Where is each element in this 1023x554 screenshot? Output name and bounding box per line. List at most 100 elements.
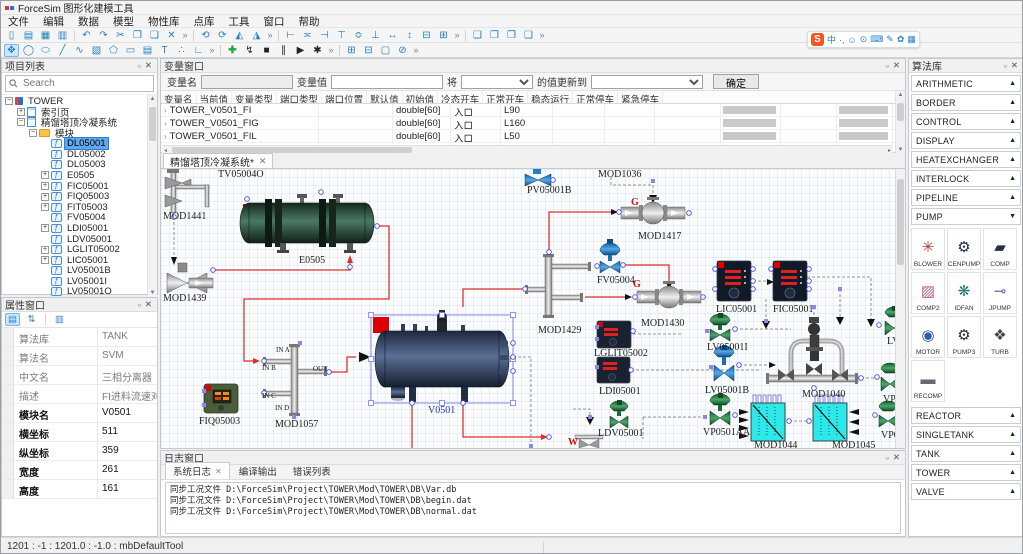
toolbar-distribute-v[interactable]: ↕ (402, 29, 417, 42)
tree-expander-icon[interactable] (41, 171, 49, 179)
ime-handwriting[interactable]: ✎ (886, 34, 894, 45)
toolbar-align-center[interactable]: ≍ (300, 29, 315, 42)
property-row[interactable]: 宽度 261 (2, 461, 157, 480)
algorithm-category[interactable]: TANK ▲ (911, 445, 1021, 462)
toolbar-add-run[interactable]: ✚ (225, 44, 240, 57)
algo-item-blower[interactable]: ✳ BLOWER (911, 228, 945, 270)
log-tab[interactable]: 编译输出 (232, 463, 284, 479)
tree-expander-icon[interactable] (41, 224, 49, 232)
close-icon[interactable]: ✕ (143, 60, 154, 71)
condition-select[interactable] (461, 75, 533, 89)
equipment-fv05004[interactable] (600, 239, 620, 273)
toolbar-angle-tool[interactable]: ∟ (191, 44, 206, 57)
target-select[interactable] (591, 75, 703, 89)
tree-item[interactable]: TOWER (2, 96, 157, 107)
toolbar-more-edit[interactable]: » (181, 29, 189, 42)
algo-item-turb[interactable]: ❖ TURB (983, 316, 1017, 358)
menu-item[interactable]: 帮助 (292, 14, 327, 29)
equipment-valve-w[interactable] (575, 435, 603, 448)
property-row[interactable]: 纵坐标 359 (2, 442, 157, 461)
float-icon[interactable]: ▫ (884, 61, 891, 71)
confirm-button[interactable]: 确定 (713, 74, 759, 89)
toolbar-run[interactable]: ▶ (293, 44, 308, 57)
close-icon[interactable]: ✕ (891, 452, 902, 463)
column-header[interactable]: 端口位置 (322, 91, 367, 103)
equipment-fiq05003[interactable] (204, 384, 238, 413)
toolbar-polygon-tool[interactable]: ⬠ (106, 44, 121, 57)
toolbar-rotate-right[interactable]: ⟳ (215, 29, 230, 42)
equipment-mod1429[interactable] (525, 254, 591, 318)
log-tab[interactable]: 错误列表 (286, 463, 338, 479)
toolbar-align-right[interactable]: ⊣ (317, 29, 332, 42)
toolbar-flip-horizontal[interactable]: ◭ (232, 29, 247, 42)
toolbar-align-top[interactable]: ⊤ (334, 29, 349, 42)
ime-toolbox[interactable]: ▦ (907, 34, 916, 45)
tree-expander-icon[interactable] (17, 118, 25, 126)
float-icon[interactable]: ▫ (1002, 61, 1009, 71)
toolbar-image-tool[interactable]: ▧ (89, 44, 104, 57)
table-vscrollbar[interactable]: ▲▼ (895, 91, 905, 154)
toolbar-more-align[interactable]: » (453, 29, 461, 42)
toolbar-undo[interactable]: ↶ (79, 29, 94, 42)
toolbar-new-file[interactable]: ▯ (4, 29, 19, 42)
toolbar-more-order[interactable]: » (538, 29, 546, 42)
toolbar-zoom-fit[interactable]: ⊞ (344, 44, 359, 57)
tree-expander-icon[interactable] (41, 182, 49, 190)
var-name-input[interactable] (201, 75, 293, 89)
algo-item-comp[interactable]: ▰ COMP (983, 228, 1017, 270)
toolbar-more-view[interactable]: » (412, 44, 420, 57)
close-icon[interactable]: ✕ (1009, 60, 1020, 71)
algo-item-jpump[interactable]: ⊸ JPUMP (983, 272, 1017, 314)
column-header[interactable]: 默认值 (367, 91, 403, 103)
toolbar-align-middle[interactable]: ≎ (351, 29, 366, 42)
tree-expander-icon[interactable] (41, 246, 49, 254)
toolbar-text-tool[interactable]: T (157, 44, 172, 57)
equipment-mod1045[interactable] (813, 395, 859, 441)
toolbar-align-left[interactable]: ⊢ (283, 29, 298, 42)
toolbar-point-tool[interactable]: ∴ (174, 44, 189, 57)
toolbar-hide-layer[interactable]: ⊘ (395, 44, 410, 57)
algo-item-pump3[interactable]: ⚙ PUMP3 (947, 316, 981, 358)
toolbar-align-bottom[interactable]: ⊥ (368, 29, 383, 42)
algorithm-category[interactable]: HEATEXCHANGER ▲ (911, 151, 1021, 168)
toolbar-compile[interactable]: ↯ (242, 44, 257, 57)
algorithm-category[interactable]: PIPELINE ▲ (911, 189, 1021, 206)
equipment-v0501[interactable] (369, 310, 516, 406)
menu-item[interactable]: 编辑 (36, 14, 71, 29)
algo-item-motor[interactable]: ◉ MOTOR (911, 316, 945, 358)
toolbar-ellipse-tool[interactable]: ◯ (21, 44, 36, 57)
search-input[interactable] (21, 77, 150, 90)
property-row[interactable]: 模块名 V0501 (2, 404, 157, 423)
toolbar-send-backward[interactable]: ❏ (521, 29, 536, 42)
equipment-mod1441[interactable] (165, 169, 209, 213)
column-header[interactable]: 稳态运行 (528, 91, 573, 103)
canvas-vscrollbar[interactable] (895, 169, 905, 448)
toolbar-cut[interactable]: ✂ (113, 29, 128, 42)
menu-item[interactable]: 数据 (71, 14, 106, 29)
equipment-mod1439[interactable] (167, 263, 213, 293)
toolbar-save-all[interactable]: ▦ (38, 29, 53, 42)
tree-expander-icon[interactable] (5, 97, 13, 105)
categorized-view-button[interactable]: ▤ (5, 313, 20, 326)
ime-emoji[interactable]: ☺ (848, 35, 857, 45)
algo-item-recomp[interactable]: ▬ RECOMP (911, 360, 945, 402)
toolbar-rotate-left[interactable]: ⟲ (198, 29, 213, 42)
toolbar-pause[interactable]: ∥ (276, 44, 291, 57)
tab-close-icon[interactable]: ✕ (259, 156, 267, 167)
equipment-vp0501aa[interactable] (710, 393, 730, 425)
algorithm-category[interactable]: REACTOR ▲ (911, 407, 1021, 424)
toolbar-redo[interactable]: ↷ (96, 29, 111, 42)
algorithm-category[interactable]: DISPLAY ▲ (911, 132, 1021, 149)
toolbar-copy[interactable]: ❐ (130, 29, 145, 42)
algorithm-category[interactable]: INTERLOCK ▲ (911, 170, 1021, 187)
column-header[interactable]: 冷态开车 (438, 91, 483, 103)
menu-item[interactable]: 点库 (187, 14, 222, 29)
algorithm-category[interactable]: VALVE ▲ (911, 483, 1021, 500)
property-row[interactable]: 中文名 三相分离器 (2, 366, 157, 385)
menu-item[interactable]: 模型 (106, 14, 141, 29)
flowsheet-canvas[interactable]: TV05004OMOD1441E0505MOD1439PV05001BMOD10… (161, 169, 897, 448)
tree-scrollbar[interactable]: ▲▼ (147, 95, 157, 297)
tree-expander-icon[interactable] (41, 203, 49, 211)
property-row[interactable]: 算法库 TANK (2, 328, 157, 347)
toolbar-select-region[interactable]: ▢ (378, 44, 393, 57)
